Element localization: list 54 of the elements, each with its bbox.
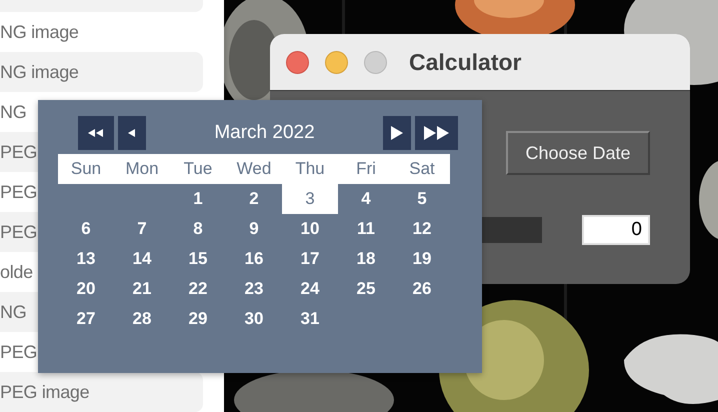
left-arrow-icon [128, 129, 136, 137]
day-cell[interactable]: 22 [170, 274, 226, 304]
weekday-label: Mon [124, 159, 160, 179]
day-cell[interactable]: 4 [338, 184, 394, 214]
previous-year-button[interactable] [78, 116, 114, 150]
weekday-label: Thu [294, 159, 326, 179]
day-cell[interactable]: 21 [114, 274, 170, 304]
day-cell[interactable]: 9 [226, 214, 282, 244]
day-cell[interactable]: 12 [394, 214, 450, 244]
weekday-label: Fri [355, 159, 377, 179]
day-cell[interactable]: 8 [170, 214, 226, 244]
day-cell[interactable]: 13 [58, 244, 114, 274]
month-title: March 2022 [214, 122, 315, 144]
day-cell[interactable]: 16 [226, 244, 282, 274]
day-cell[interactable]: 27 [58, 304, 114, 334]
day-cell[interactable]: 20 [58, 274, 114, 304]
day-cell[interactable]: 25 [338, 274, 394, 304]
weekday-label: Tue [182, 159, 214, 179]
day-cell[interactable]: 10 [282, 214, 338, 244]
day-cell[interactable]: 31 [282, 304, 338, 334]
right-arrow-icon [391, 126, 403, 140]
choose-date-button[interactable]: Choose Date [506, 131, 650, 175]
day-cell[interactable]: 3 [282, 184, 338, 214]
day-cell[interactable]: 11 [338, 214, 394, 244]
day-cell[interactable]: 1 [170, 184, 226, 214]
day-cell[interactable]: 29 [170, 304, 226, 334]
day-cell[interactable]: 7 [114, 214, 170, 244]
weekday-label: Sat [408, 159, 436, 179]
day-cell[interactable]: 26 [394, 274, 450, 304]
day-cell[interactable]: 15 [170, 244, 226, 274]
next-year-button[interactable] [415, 116, 458, 150]
day-cell[interactable]: 17 [282, 244, 338, 274]
day-cell[interactable]: 19 [394, 244, 450, 274]
day-cell[interactable]: 6 [58, 214, 114, 244]
input-field[interactable]: 0 [582, 215, 650, 245]
window-title: Calculator [409, 48, 522, 76]
day-cell[interactable]: 2 [226, 184, 282, 214]
double-right-arrow-icon [424, 126, 450, 140]
previous-month-button[interactable] [118, 116, 146, 150]
list-row[interactable]: PEG image [0, 372, 203, 412]
day-cell[interactable]: 30 [226, 304, 282, 334]
weekday-label: Sun [70, 159, 102, 179]
day-cell[interactable]: 24 [282, 274, 338, 304]
day-cell[interactable]: 14 [114, 244, 170, 274]
close-button[interactable] [286, 50, 309, 74]
day-cell[interactable]: 5 [394, 184, 450, 214]
day-cell[interactable]: 18 [338, 244, 394, 274]
list-row[interactable]: NG image [0, 12, 203, 52]
list-row[interactable]: NG image [0, 52, 203, 92]
weekday-label: Wed [236, 159, 272, 179]
next-month-button[interactable] [383, 116, 411, 150]
double-left-arrow-icon [88, 129, 104, 137]
day-cell[interactable]: 23 [226, 274, 282, 304]
day-cell[interactable]: 28 [114, 304, 170, 334]
